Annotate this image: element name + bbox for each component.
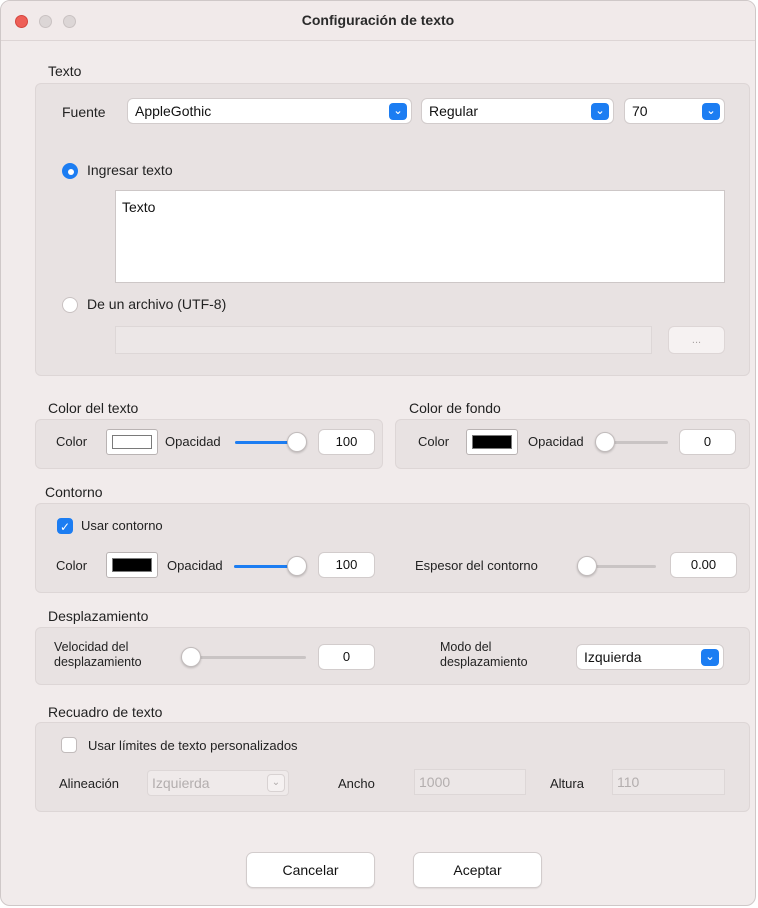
font-size-value: 70 [632, 103, 648, 119]
chevron-down-icon: ⌄ [701, 649, 719, 666]
scroll-speed-field[interactable]: 0 [318, 644, 375, 670]
color-texto-group-box: Color Opacidad 100 [35, 419, 383, 469]
section-texto-label: Texto [48, 63, 82, 79]
color-label: Color [56, 434, 88, 449]
background-opacity-field[interactable]: 0 [679, 429, 736, 455]
color-label: Color [418, 434, 450, 449]
outline-thickness-knob[interactable] [577, 556, 597, 576]
opacity-label: Opacidad [167, 558, 223, 573]
alignment-value: Izquierda [152, 775, 210, 791]
usar-contorno-label: Usar contorno [81, 518, 163, 533]
fuente-label: Fuente [62, 104, 106, 120]
scroll-speed-slider[interactable] [187, 656, 306, 659]
text-color-swatch[interactable] [106, 429, 158, 455]
opacity-label: Opacidad [165, 434, 221, 449]
text-color-fill [112, 435, 152, 449]
opacity-label: Opacidad [528, 434, 584, 449]
chevron-down-icon: ⌄ [591, 103, 609, 120]
font-family-value: AppleGothic [135, 103, 212, 119]
color-fondo-group-box: Color Opacidad 0 [395, 419, 750, 469]
background-color-fill [472, 435, 512, 449]
alineacion-label: Alineación [59, 776, 119, 791]
background-opacity-knob[interactable] [595, 432, 615, 452]
radio-archivo-label: De un archivo (UTF-8) [87, 296, 227, 312]
radio-ingresar-label: Ingresar texto [87, 162, 173, 178]
color-label: Color [56, 558, 88, 573]
altura-label: Altura [550, 776, 584, 791]
modo-label-line-2: desplazamiento [440, 655, 528, 669]
font-style-value: Regular [429, 103, 479, 119]
accept-button[interactable]: Aceptar [413, 852, 542, 888]
section-recuadro-label: Recuadro de texto [48, 704, 163, 720]
width-field[interactable]: 1000 [414, 769, 526, 795]
modo-label: Modo del desplazamiento [440, 640, 528, 670]
espesor-label: Espesor del contorno [415, 558, 538, 573]
ancho-label: Ancho [338, 776, 375, 791]
outline-color-fill [112, 558, 152, 572]
texto-group-box: Fuente AppleGothic ⌄ Regular ⌄ 70 ⌄ Ingr… [35, 83, 750, 376]
radio-ingresar-texto[interactable] [62, 163, 78, 179]
alignment-select[interactable]: Izquierda ⌄ [147, 770, 289, 796]
font-style-select[interactable]: Regular ⌄ [421, 98, 614, 124]
outline-opacity-field[interactable]: 100 [318, 552, 375, 578]
recuadro-group-box: Usar límites de texto personalizados Ali… [35, 722, 750, 812]
velocidad-label-line-2: desplazamiento [54, 655, 142, 669]
text-opacity-field[interactable]: 100 [318, 429, 375, 455]
outline-color-swatch[interactable] [106, 552, 158, 578]
settings-window: Configuración de texto Texto Fuente Appl… [0, 0, 756, 906]
text-input-area[interactable]: Texto [115, 190, 725, 283]
text-opacity-knob[interactable] [287, 432, 307, 452]
height-field[interactable]: 110 [612, 769, 725, 795]
chevron-down-icon: ⌄ [389, 103, 407, 120]
background-color-swatch[interactable] [466, 429, 518, 455]
outline-thickness-field[interactable]: 0.00 [670, 552, 737, 578]
usar-limites-checkbox[interactable] [61, 737, 77, 753]
contorno-group-box: ✓ Usar contorno Color Opacidad 100 Espes… [35, 503, 750, 593]
section-desplazamiento-label: Desplazamiento [48, 608, 149, 624]
cancel-button[interactable]: Cancelar [246, 852, 375, 888]
chevron-down-icon: ⌄ [702, 103, 720, 120]
font-size-select[interactable]: 70 ⌄ [624, 98, 725, 124]
scroll-mode-value: Izquierda [584, 649, 642, 665]
section-color-fondo-label: Color de fondo [409, 400, 501, 416]
file-path-field[interactable] [115, 326, 652, 354]
desplazamiento-group-box: Velocidad del desplazamiento 0 Modo del … [35, 627, 750, 685]
radio-archivo[interactable] [62, 297, 78, 313]
velocidad-label: Velocidad del desplazamiento [54, 640, 142, 670]
title-bar: Configuración de texto [1, 1, 755, 41]
modo-label-line-1: Modo del [440, 640, 492, 654]
scroll-mode-select[interactable]: Izquierda ⌄ [576, 644, 724, 670]
window-title: Configuración de texto [301, 12, 455, 28]
checkmark-icon: ✓ [59, 520, 71, 534]
scroll-speed-knob[interactable] [181, 647, 201, 667]
velocidad-label-line-1: Velocidad del [54, 640, 129, 654]
section-color-texto-label: Color del texto [48, 400, 139, 416]
font-family-select[interactable]: AppleGothic ⌄ [127, 98, 412, 124]
usar-contorno-checkbox[interactable]: ✓ [57, 518, 73, 534]
section-contorno-label: Contorno [45, 484, 103, 500]
chevron-down-icon: ⌄ [267, 774, 285, 792]
outline-opacity-knob[interactable] [287, 556, 307, 576]
usar-limites-label: Usar límites de texto personalizados [88, 738, 298, 753]
browse-file-button[interactable]: ... [668, 326, 725, 354]
